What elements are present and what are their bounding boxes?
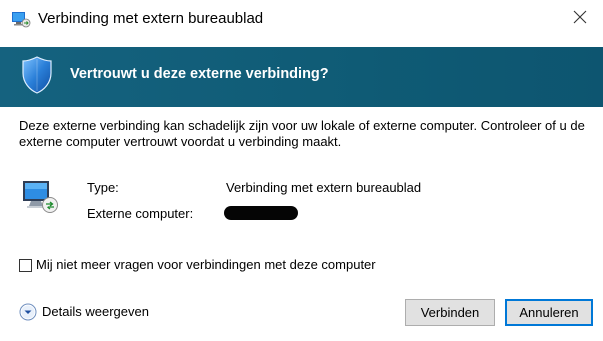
banner-heading: Vertrouwt u deze externe verbinding?: [70, 66, 329, 82]
show-details-label[interactable]: Details weergeven: [42, 304, 149, 320]
shield-icon: [21, 55, 53, 95]
rdp-warning-dialog: Verbinding met extern bureaublad Vertrou…: [0, 0, 603, 341]
description-line-2: externe computer vertrouwt voordat u ver…: [19, 134, 342, 149]
chevron-down-circle-icon[interactable]: [19, 303, 37, 321]
window-title: Verbinding met extern bureaublad: [38, 10, 264, 27]
remote-desktop-icon: [11, 10, 31, 28]
type-label: Type:: [87, 180, 119, 195]
connect-button[interactable]: Verbinden: [405, 299, 495, 326]
dont-ask-again-checkbox[interactable]: [19, 258, 32, 272]
type-value: Verbinding met extern bureaublad: [226, 180, 422, 195]
show-details-toggle[interactable]: Details weergeven: [19, 303, 149, 321]
warning-description: Deze externe verbinding kan schadelijk z…: [19, 118, 589, 150]
description-line-1: Deze externe verbinding kan schadelijk z…: [19, 118, 585, 133]
remote-computer-label: Externe computer:: [87, 206, 194, 221]
cancel-button[interactable]: Annuleren: [505, 299, 593, 326]
dont-ask-again-row[interactable]: Mij niet meer vragen voor verbindingen m…: [19, 257, 376, 273]
dont-ask-again-label[interactable]: Mij niet meer vragen voor verbindingen m…: [36, 257, 376, 273]
remote-computer-icon: [21, 176, 61, 216]
remote-computer-value-redacted: [224, 206, 298, 220]
close-button[interactable]: [557, 0, 603, 38]
warning-banner: Vertrouwt u deze externe verbinding?: [0, 47, 603, 107]
title-bar: Verbinding met extern bureaublad: [0, 0, 603, 38]
close-icon: [573, 10, 587, 29]
